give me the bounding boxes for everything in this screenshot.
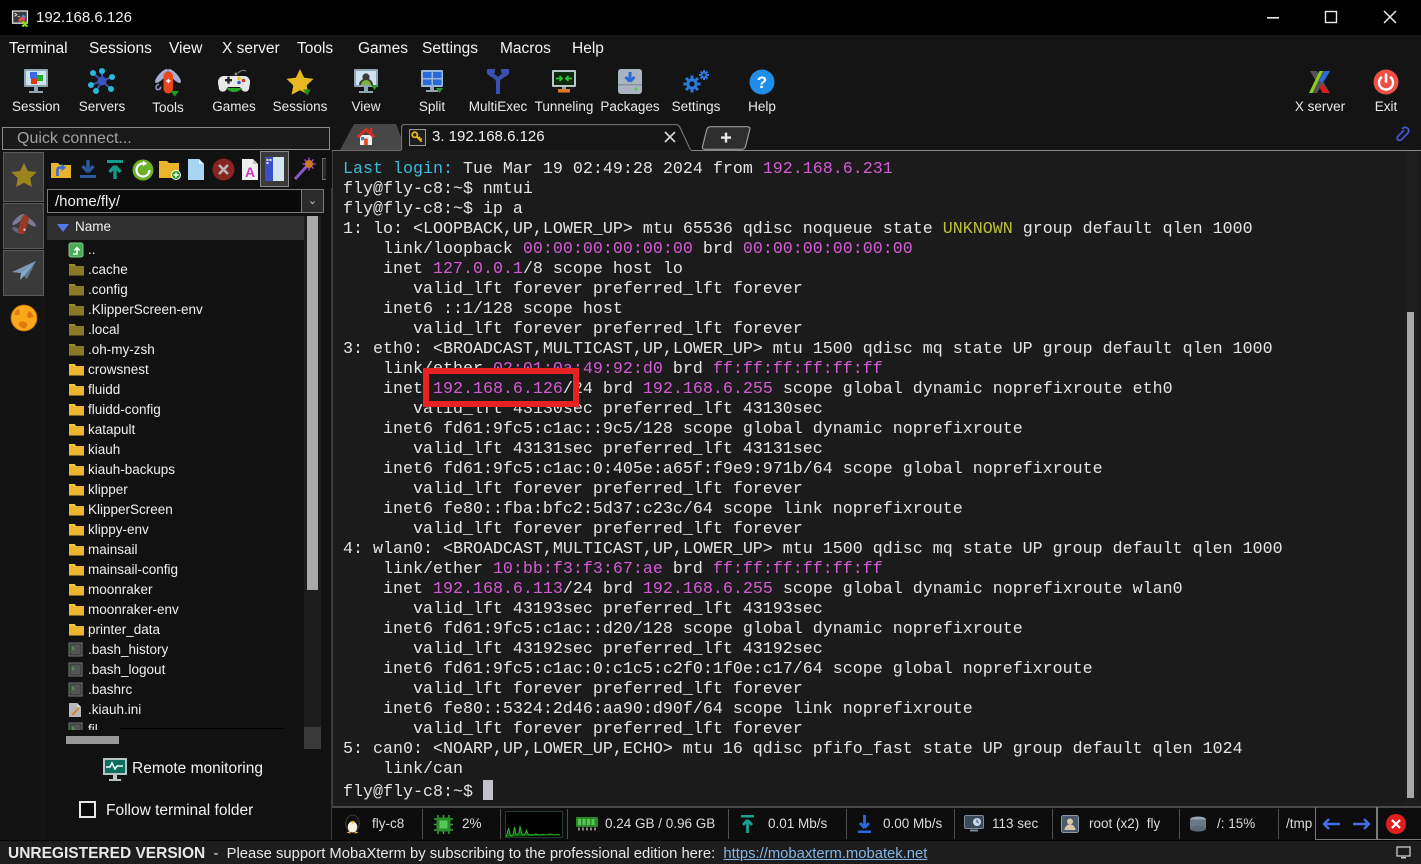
svg-text:?: ? — [757, 73, 767, 92]
svg-text:A: A — [245, 164, 255, 180]
